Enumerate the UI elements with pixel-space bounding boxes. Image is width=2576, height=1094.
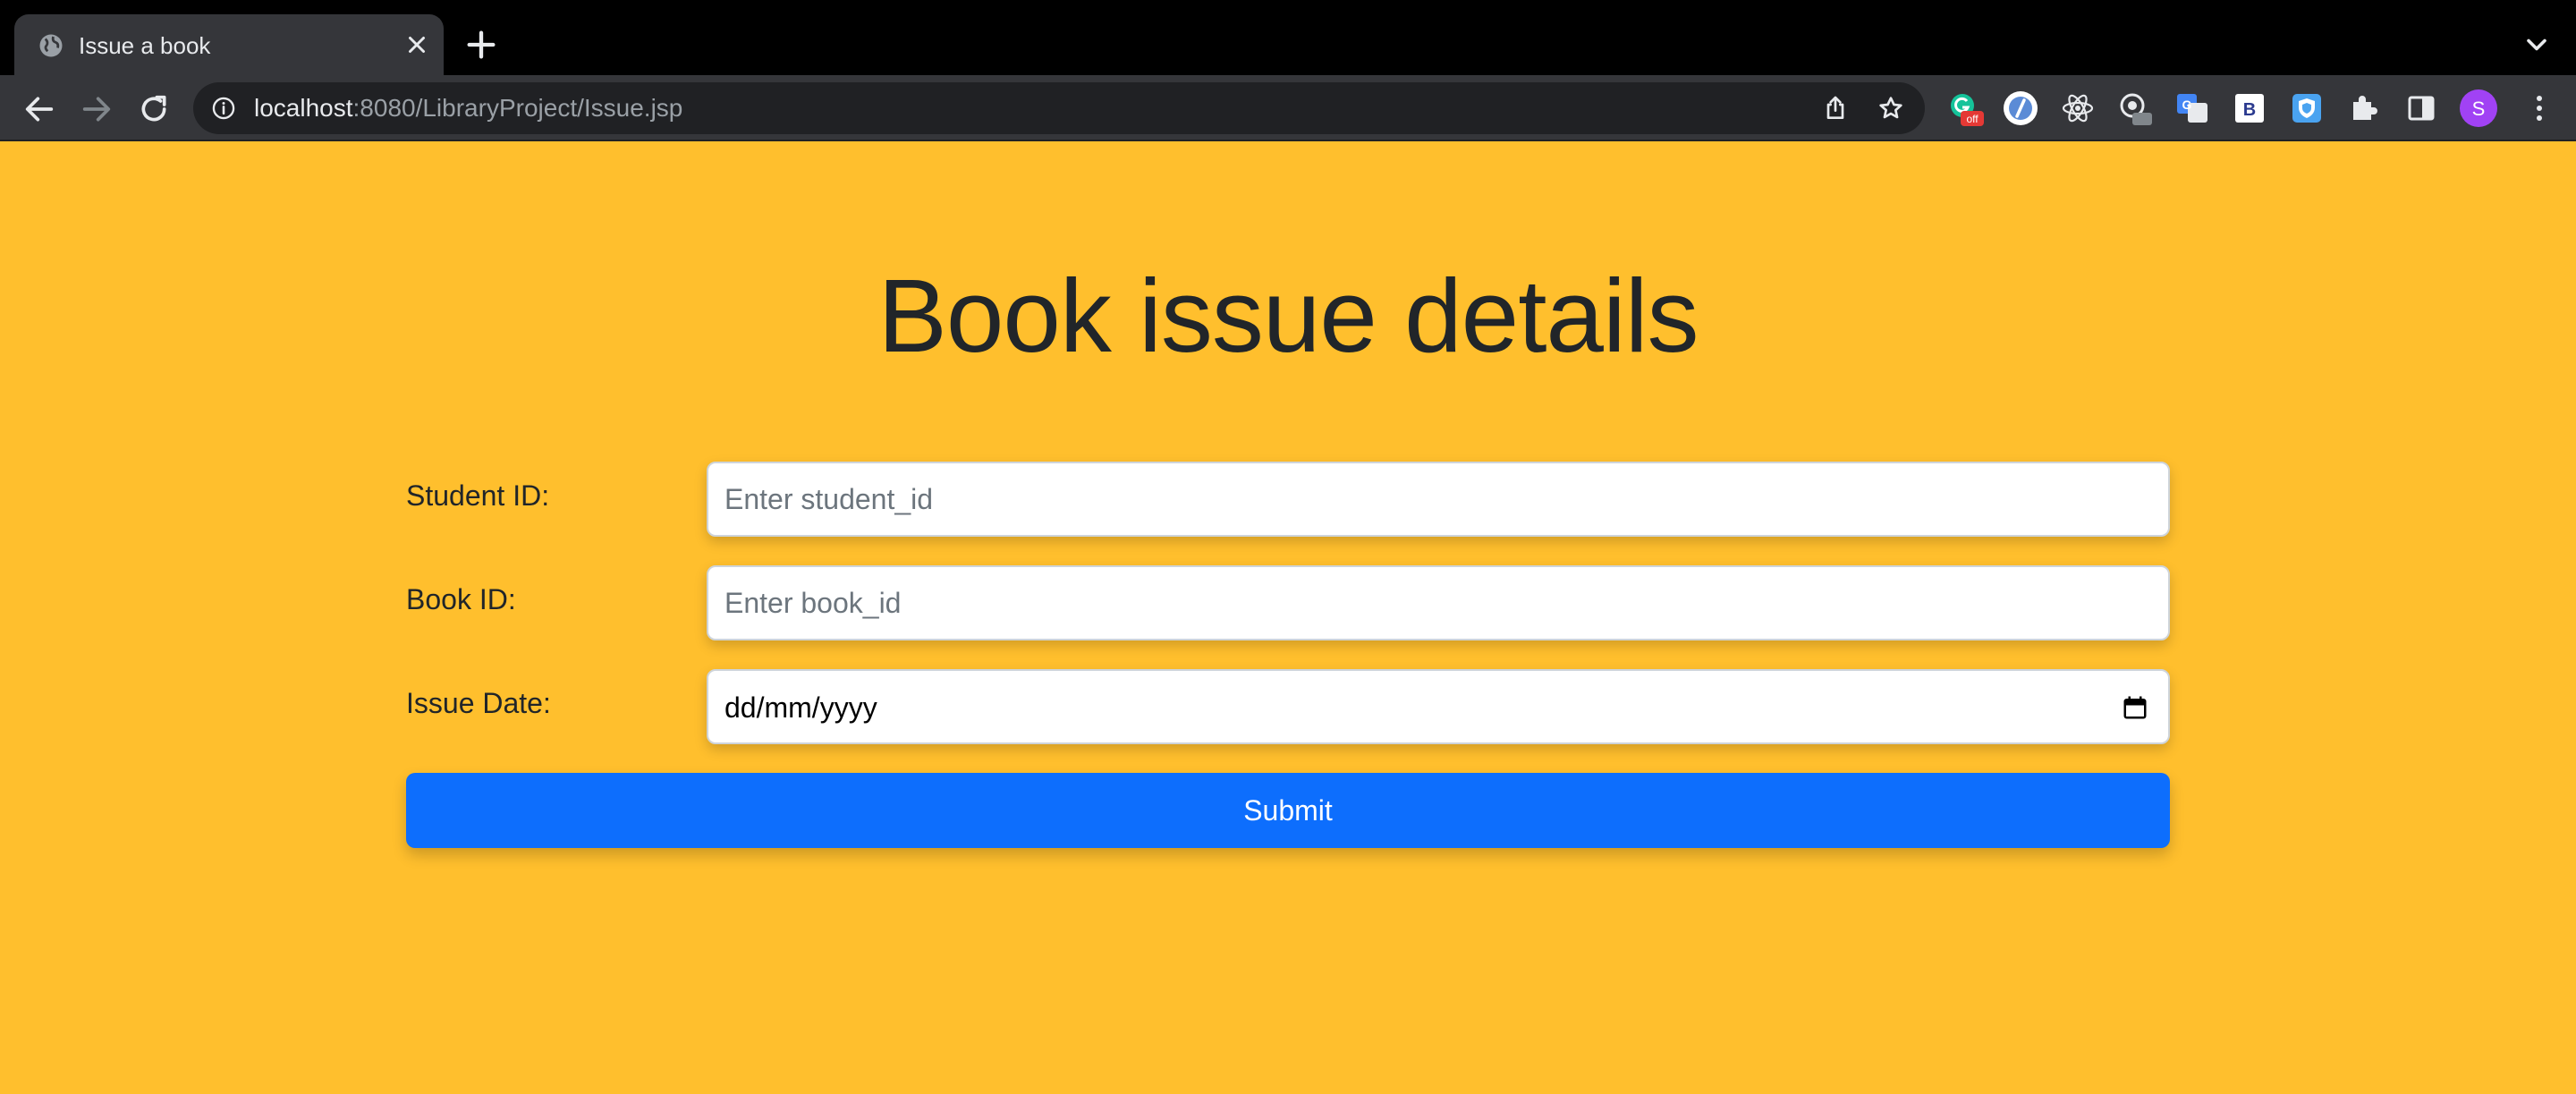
date-value: dd/mm/yyyy [724, 691, 877, 724]
submit-button[interactable]: Submit [406, 773, 2170, 848]
grammarly-icon[interactable]: off [1946, 89, 1984, 127]
tab-title: Issue a book [79, 32, 211, 59]
issue-date-label: Issue Date: [406, 687, 551, 719]
globe-icon [39, 34, 63, 57]
share-icon[interactable] [1821, 94, 1850, 123]
calendar-icon[interactable] [2122, 694, 2148, 721]
svg-text:B: B [2243, 100, 2256, 120]
reload-icon[interactable] [136, 91, 172, 127]
url-text: localhost:8080/LibraryProject/Issue.jsp [254, 93, 682, 123]
svg-text:G: G [2182, 98, 2192, 112]
student-id-label: Student ID: [406, 479, 550, 512]
bookmark-star-icon[interactable] [1877, 94, 1905, 123]
puzzle-icon[interactable] [2345, 89, 2383, 127]
grammarly-badge: off [1966, 113, 1979, 125]
side-panel-icon[interactable] [2402, 89, 2440, 127]
bootstrap-icon[interactable]: B [2231, 89, 2268, 127]
page-content: Book issue details Student ID: Book ID: … [0, 143, 2576, 1094]
url-path: :8080/LibraryProject/Issue.jsp [352, 94, 683, 122]
close-icon[interactable] [401, 29, 433, 61]
browser-toolbar: localhost:8080/LibraryProject/Issue.jsp … [0, 75, 2576, 141]
ext-circle-icon[interactable] [2002, 89, 2039, 127]
ext-badge-icon[interactable] [2116, 89, 2154, 127]
browser-tab[interactable]: Issue a book [14, 14, 444, 75]
google-translate-icon[interactable]: G [2174, 89, 2211, 127]
chevron-down-icon[interactable] [2521, 29, 2553, 61]
student-id-input[interactable] [707, 462, 2170, 537]
profile-initial: S [2472, 98, 2486, 120]
avatar: S [2460, 89, 2497, 127]
url-host: localhost [254, 94, 353, 122]
tab-strip: Issue a book [0, 0, 2576, 75]
new-tab-icon[interactable] [463, 27, 499, 63]
info-icon[interactable] [211, 96, 236, 121]
profile-avatar[interactable]: S [2460, 89, 2497, 127]
address-bar[interactable]: localhost:8080/LibraryProject/Issue.jsp [193, 82, 1925, 134]
forward-icon[interactable] [79, 91, 114, 127]
book-id-label: Book ID: [406, 583, 516, 615]
page-title: Book issue details [877, 258, 1699, 374]
shield-ext-icon[interactable] [2288, 89, 2326, 127]
issue-date-input[interactable]: dd/mm/yyyy [707, 669, 2170, 744]
book-id-input[interactable] [707, 565, 2170, 640]
back-icon[interactable] [21, 91, 57, 127]
kebab-menu-icon[interactable] [2521, 89, 2558, 127]
react-devtools-icon[interactable] [2059, 89, 2097, 127]
